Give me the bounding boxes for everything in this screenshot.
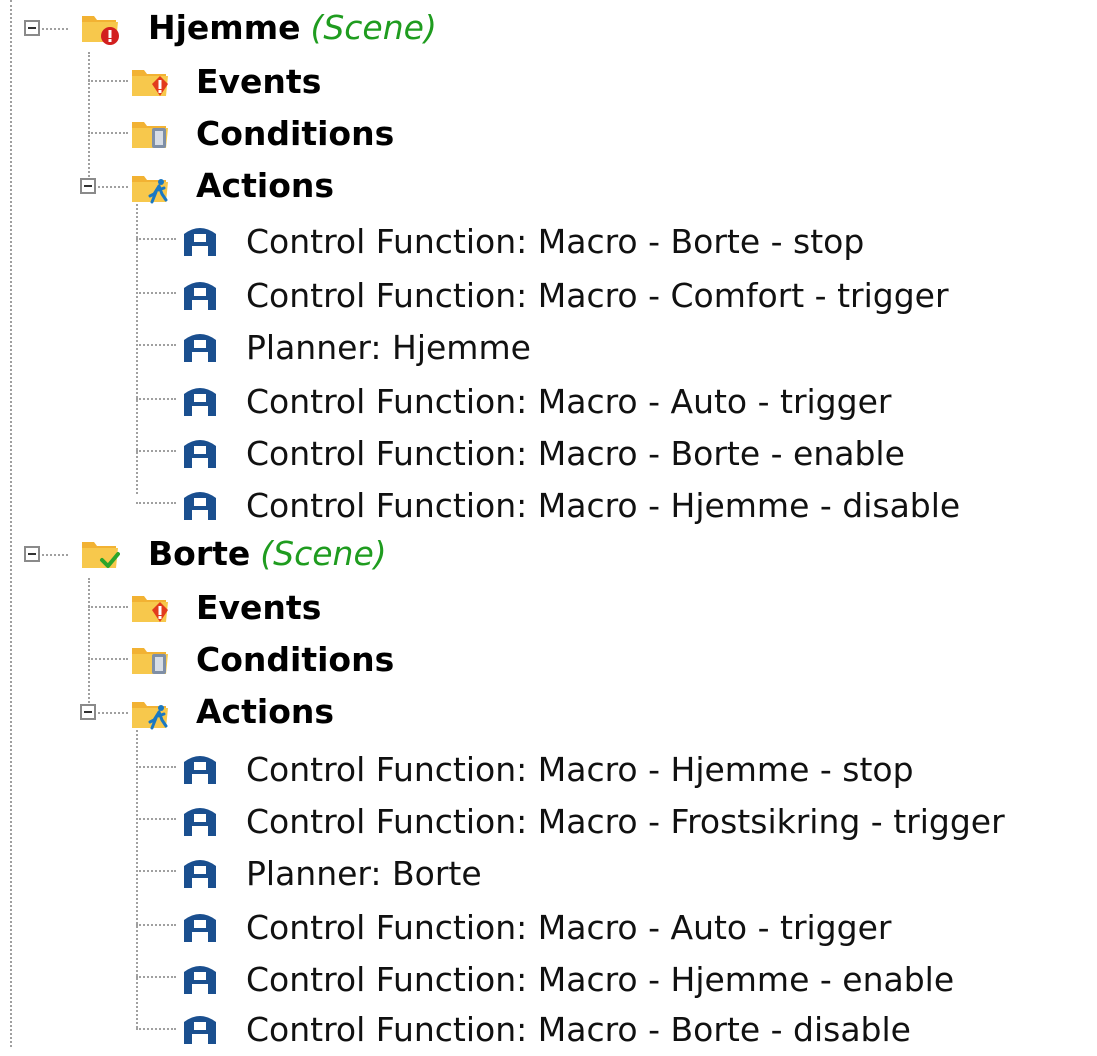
device-icon: [180, 748, 220, 788]
folder-check-icon: [80, 532, 120, 572]
device-icon: [180, 906, 220, 946]
tree-line: [136, 238, 176, 240]
action-item[interactable]: Control Function: Macro - Borte - disabl…: [246, 1004, 911, 1056]
tree-line: [136, 502, 176, 504]
events-folder-icon: [130, 60, 170, 100]
action-item[interactable]: Control Function: Macro - Comfort - trig…: [246, 270, 949, 322]
group-actions[interactable]: Actions: [196, 160, 334, 212]
tree-line: [136, 976, 176, 978]
tree-line: [136, 450, 176, 452]
action-item[interactable]: Control Function: Macro - Borte - enable: [246, 428, 905, 480]
tree-line: [136, 292, 176, 294]
action-item[interactable]: Planner: Hjemme: [246, 322, 531, 374]
collapse-toggle[interactable]: [24, 546, 40, 562]
action-item[interactable]: Control Function: Macro - Hjemme - disab…: [246, 480, 960, 532]
action-item[interactable]: Control Function: Macro - Frostsikring -…: [246, 796, 1005, 848]
action-item[interactable]: Control Function: Macro - Hjemme - enabl…: [246, 954, 954, 1006]
tree-line: [42, 554, 68, 556]
tree-line: [136, 1028, 176, 1030]
actions-folder-icon: [130, 692, 170, 732]
action-item[interactable]: Control Function: Macro - Auto - trigger: [246, 902, 891, 954]
scene-tag: (Scene): [260, 534, 387, 573]
actions-folder-icon: [130, 166, 170, 206]
tree-line: [136, 818, 176, 820]
action-item[interactable]: Planner: Borte: [246, 848, 482, 900]
device-icon: [180, 326, 220, 366]
group-events[interactable]: Events: [196, 582, 321, 634]
tree-line: [136, 766, 176, 768]
tree-line: [136, 924, 176, 926]
tree-line: [10, 0, 12, 1047]
tree-line: [42, 28, 68, 30]
scene-title[interactable]: Borte (Scene): [148, 528, 387, 580]
tree-line: [98, 712, 128, 714]
tree-line: [88, 52, 90, 180]
tree-line: [136, 398, 176, 400]
events-folder-icon: [130, 586, 170, 626]
action-item[interactable]: Control Function: Macro - Hjemme - stop: [246, 744, 914, 796]
collapse-toggle[interactable]: [80, 178, 96, 194]
device-icon: [180, 958, 220, 998]
scene-name: Hjemme: [148, 8, 301, 47]
group-conditions[interactable]: Conditions: [196, 634, 394, 686]
scene-tag: (Scene): [310, 8, 437, 47]
tree-line: [136, 344, 176, 346]
collapse-toggle[interactable]: [80, 704, 96, 720]
device-icon: [180, 432, 220, 472]
device-icon: [180, 800, 220, 840]
conditions-folder-icon: [130, 112, 170, 152]
device-icon: [180, 852, 220, 892]
device-icon: [180, 380, 220, 420]
scene-tree: Hjemme (Scene) Events Conditions Actions…: [0, 0, 1097, 1049]
action-item[interactable]: Control Function: Macro - Borte - stop: [246, 216, 864, 268]
tree-line: [88, 606, 128, 608]
tree-line: [98, 186, 128, 188]
folder-error-icon: [80, 6, 120, 46]
tree-line: [136, 870, 176, 872]
action-item[interactable]: Control Function: Macro - Auto - trigger: [246, 376, 891, 428]
scene-name: Borte: [148, 534, 251, 573]
group-conditions[interactable]: Conditions: [196, 108, 394, 160]
tree-line: [88, 658, 128, 660]
conditions-folder-icon: [130, 638, 170, 678]
device-icon: [180, 1008, 220, 1048]
device-icon: [180, 274, 220, 314]
collapse-toggle[interactable]: [24, 20, 40, 36]
device-icon: [180, 484, 220, 524]
group-actions[interactable]: Actions: [196, 686, 334, 738]
tree-line: [88, 132, 128, 134]
tree-line: [88, 578, 90, 706]
tree-line: [136, 730, 138, 1028]
group-events[interactable]: Events: [196, 56, 321, 108]
scene-title[interactable]: Hjemme (Scene): [148, 2, 437, 54]
tree-line: [88, 80, 128, 82]
device-icon: [180, 220, 220, 260]
